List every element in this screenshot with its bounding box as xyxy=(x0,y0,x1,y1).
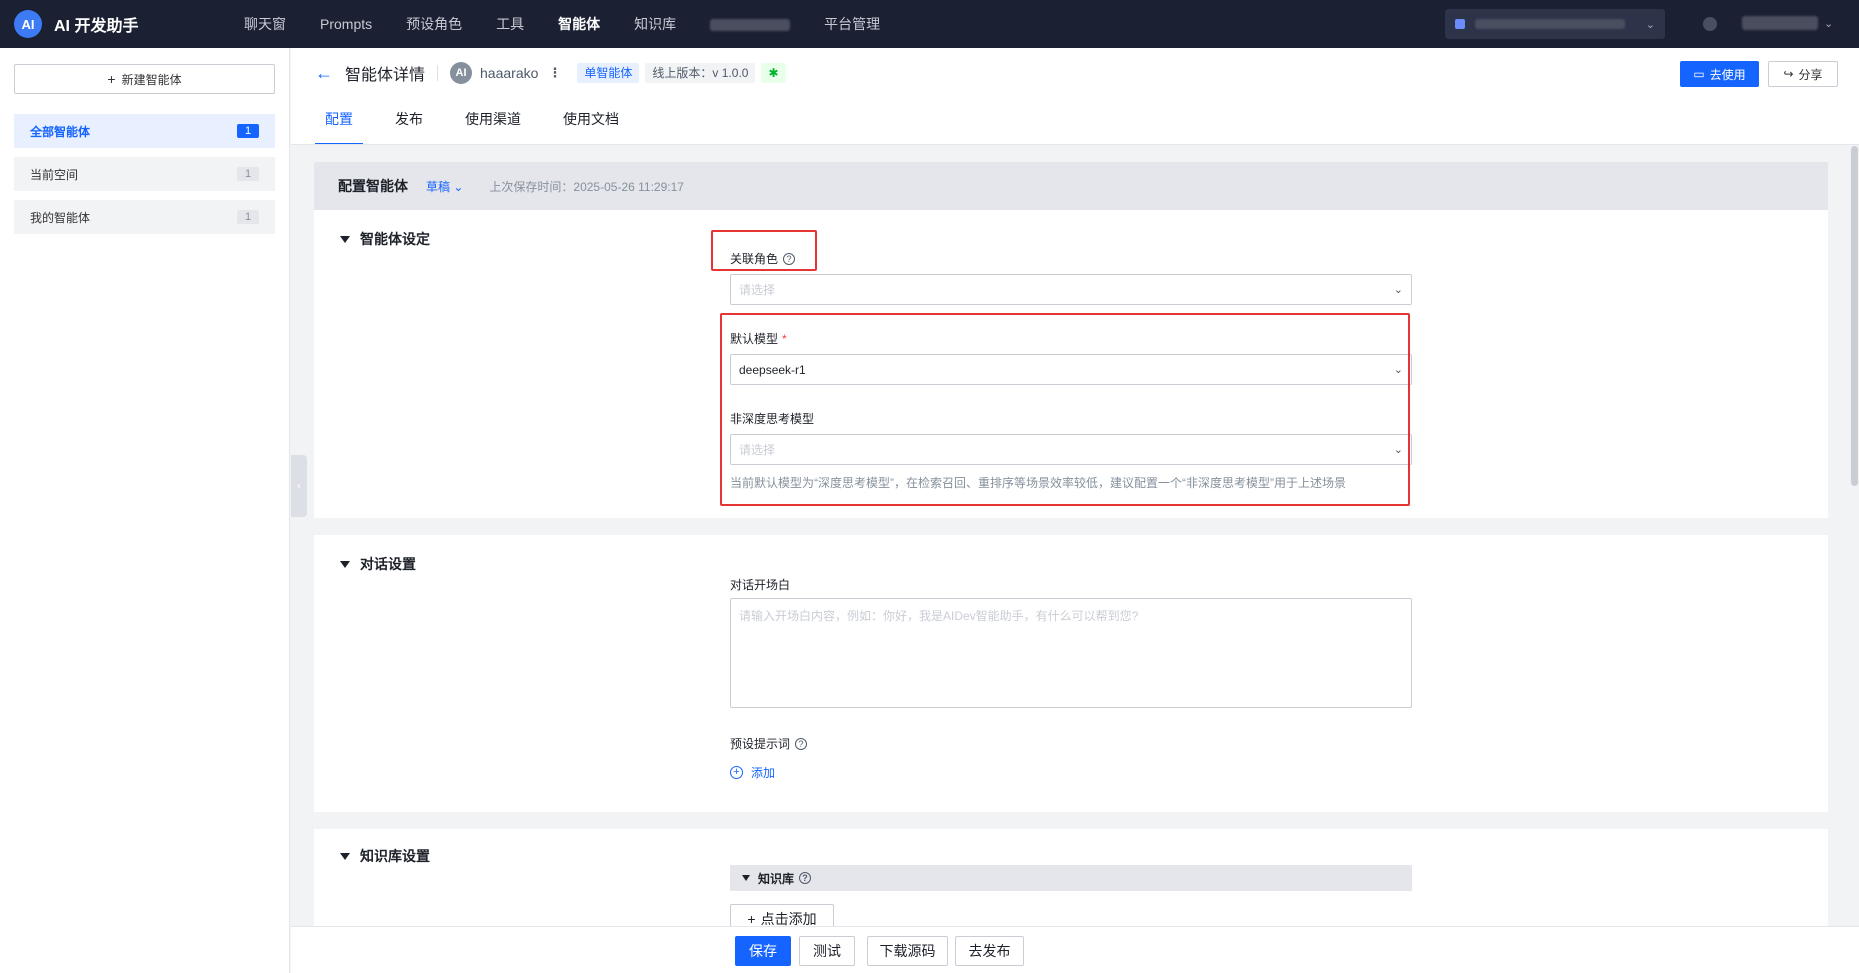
config-header: 配置智能体 草稿 ⌄ 上次保存时间：2025-05-26 11:29:17 xyxy=(314,162,1828,210)
nav-preset-roles[interactable]: 预设角色 xyxy=(406,14,462,34)
chat-icon: ▭ xyxy=(1693,67,1705,81)
kb-settings-section: 知识库设置 知识库 ? + 点击添加 xyxy=(314,829,1828,934)
sidebar-item-label: 我的智能体 xyxy=(30,210,91,225)
new-agent-label: 新建智能体 xyxy=(121,72,182,87)
section-title: 智能体设定 xyxy=(360,231,430,247)
agent-name: haaarako xyxy=(480,65,539,81)
chevron-left-icon: ‹ xyxy=(297,480,301,492)
back-arrow-icon[interactable]: ← xyxy=(315,63,333,84)
user-menu[interactable]: ⌄ xyxy=(1742,16,1833,30)
nav-platform-admin[interactable]: 平台管理 xyxy=(824,14,880,34)
sidebar-collapse-handle[interactable]: ‹ xyxy=(291,455,307,517)
publish-button[interactable]: 去发布 xyxy=(955,936,1024,966)
plus-circle-icon: + xyxy=(730,766,743,779)
count-badge: 1 xyxy=(237,167,259,181)
sidebar-item-my-agents[interactable]: 我的智能体 1 xyxy=(14,200,275,234)
caret-down-icon xyxy=(742,875,750,881)
draft-status-dropdown[interactable]: 草稿 ⌄ xyxy=(426,178,463,195)
header-row: ← 智能体详情 AI haaarako ⋮ 单智能体 线上版本：v 1.0.0 … xyxy=(315,60,792,86)
count-badge: 1 xyxy=(237,210,259,224)
preset-prompt-label: 预设提示词 ? xyxy=(730,735,808,752)
page-header: ← 智能体详情 AI haaarako ⋮ 单智能体 线上版本：v 1.0.0 … xyxy=(291,48,1859,145)
nav-prompts[interactable]: Prompts xyxy=(320,16,372,32)
scrollbar-thumb[interactable] xyxy=(1851,146,1858,486)
agent-type-tag: 单智能体 xyxy=(577,63,640,83)
sidebar-item-all-agents[interactable]: 全部智能体 1 xyxy=(14,114,275,148)
caret-down-icon xyxy=(340,235,350,243)
section-toggle-kb-settings[interactable]: 知识库设置 xyxy=(340,846,430,866)
chevron-down-icon: ⌄ xyxy=(1824,17,1834,30)
section-title: 知识库设置 xyxy=(360,848,430,864)
opening-label: 对话开场白 xyxy=(730,578,791,592)
kb-subsection-toggle[interactable]: 知识库 ? xyxy=(730,865,1412,891)
tab-channels[interactable]: 使用渠道 xyxy=(455,104,531,145)
action-bar: 保存 测试 下载源码 去发布 xyxy=(291,926,1859,973)
nav-agents[interactable]: 智能体 xyxy=(558,14,600,34)
tab-config[interactable]: 配置 xyxy=(315,104,363,145)
plus-icon: + xyxy=(107,71,116,87)
sidebar-item-current-space[interactable]: 当前空间 1 xyxy=(14,157,275,191)
workspace-select[interactable]: ⌄ xyxy=(1445,9,1665,39)
brand-logo: AI xyxy=(14,10,42,38)
last-saved-time: 上次保存时间：2025-05-26 11:29:17 xyxy=(489,179,684,194)
use-button[interactable]: ▭ 去使用 xyxy=(1680,61,1759,87)
save-button[interactable]: 保存 xyxy=(735,936,791,966)
help-icon[interactable]: ? xyxy=(799,872,812,884)
sidebar: + 新建智能体 全部智能体 1 当前空间 1 我的智能体 1 xyxy=(0,48,290,973)
brand-name: AI 开发助手 xyxy=(54,18,139,35)
nav-chat[interactable]: 聊天窗 xyxy=(244,14,286,34)
status-tag: ✱ xyxy=(761,63,786,83)
opening-textarea[interactable]: 请输入开场白内容，例如：你好，我是AIDev智能助手，有什么可以帮到您? xyxy=(730,598,1412,708)
help-icon[interactable] xyxy=(1703,17,1717,31)
share-button-label: 分享 xyxy=(1798,67,1823,82)
tab-publish[interactable]: 发布 xyxy=(385,104,433,145)
caret-down-icon xyxy=(340,852,350,860)
new-agent-button[interactable]: + 新建智能体 xyxy=(14,64,275,94)
caret-down-icon xyxy=(340,560,350,568)
version-tag: 线上版本：v 1.0.0 xyxy=(645,63,756,83)
divider xyxy=(291,144,1859,145)
nav-redacted[interactable] xyxy=(710,16,791,32)
count-badge: 1 xyxy=(237,124,259,138)
help-icon[interactable]: ? xyxy=(795,737,808,750)
sidebar-item-label: 当前空间 xyxy=(30,167,79,182)
divider xyxy=(437,65,439,81)
section-toggle-agent-settings[interactable]: 智能体设定 xyxy=(340,229,430,249)
chevron-down-icon: ⌄ xyxy=(1393,284,1403,296)
main-nav: 聊天窗 Prompts 预设角色 工具 智能体 知识库 平台管理 xyxy=(244,14,914,34)
test-button[interactable]: 测试 xyxy=(799,936,855,966)
top-navbar: AI AI 开发助手 聊天窗 Prompts 预设角色 工具 智能体 知识库 平… xyxy=(0,0,1859,48)
highlight-box-models xyxy=(720,313,1410,506)
username-redacted xyxy=(1742,16,1818,30)
agent-avatar: AI xyxy=(450,62,473,84)
dialog-settings-section: 对话设置 对话开场白 请输入开场白内容，例如：你好，我是AIDev智能助手，有什… xyxy=(314,535,1828,812)
cube-icon xyxy=(1455,19,1465,29)
sidebar-item-label: 全部智能体 xyxy=(30,124,91,139)
more-icon[interactable]: ⋮ xyxy=(548,65,561,81)
add-preset-prompt-button[interactable]: + 添加 xyxy=(730,764,775,781)
section-toggle-dialog-settings[interactable]: 对话设置 xyxy=(340,554,416,574)
highlight-box-role xyxy=(711,230,817,271)
role-select[interactable]: 请选择 ⌄ xyxy=(730,274,1412,305)
share-icon: ↪ xyxy=(1783,67,1794,81)
role-placeholder: 请选择 xyxy=(739,283,776,297)
share-button[interactable]: ↪ 分享 xyxy=(1768,61,1838,87)
chevron-down-icon: ⌄ xyxy=(1645,18,1655,31)
page-title: 智能体详情 xyxy=(345,67,426,84)
use-button-label: 去使用 xyxy=(1709,67,1746,82)
config-title: 配置智能体 xyxy=(338,178,408,194)
plus-icon: + xyxy=(747,911,756,927)
download-source-button[interactable]: 下载源码 xyxy=(867,936,948,966)
tab-docs[interactable]: 使用文档 xyxy=(553,104,629,145)
nav-knowledge-base[interactable]: 知识库 xyxy=(634,14,676,34)
tab-bar: 配置 发布 使用渠道 使用文档 xyxy=(315,104,651,145)
nav-tools[interactable]: 工具 xyxy=(496,14,524,34)
brand[interactable]: AI AI 开发助手 xyxy=(14,10,224,38)
section-title: 对话设置 xyxy=(360,556,416,572)
workspace-name-redacted xyxy=(1475,19,1625,29)
